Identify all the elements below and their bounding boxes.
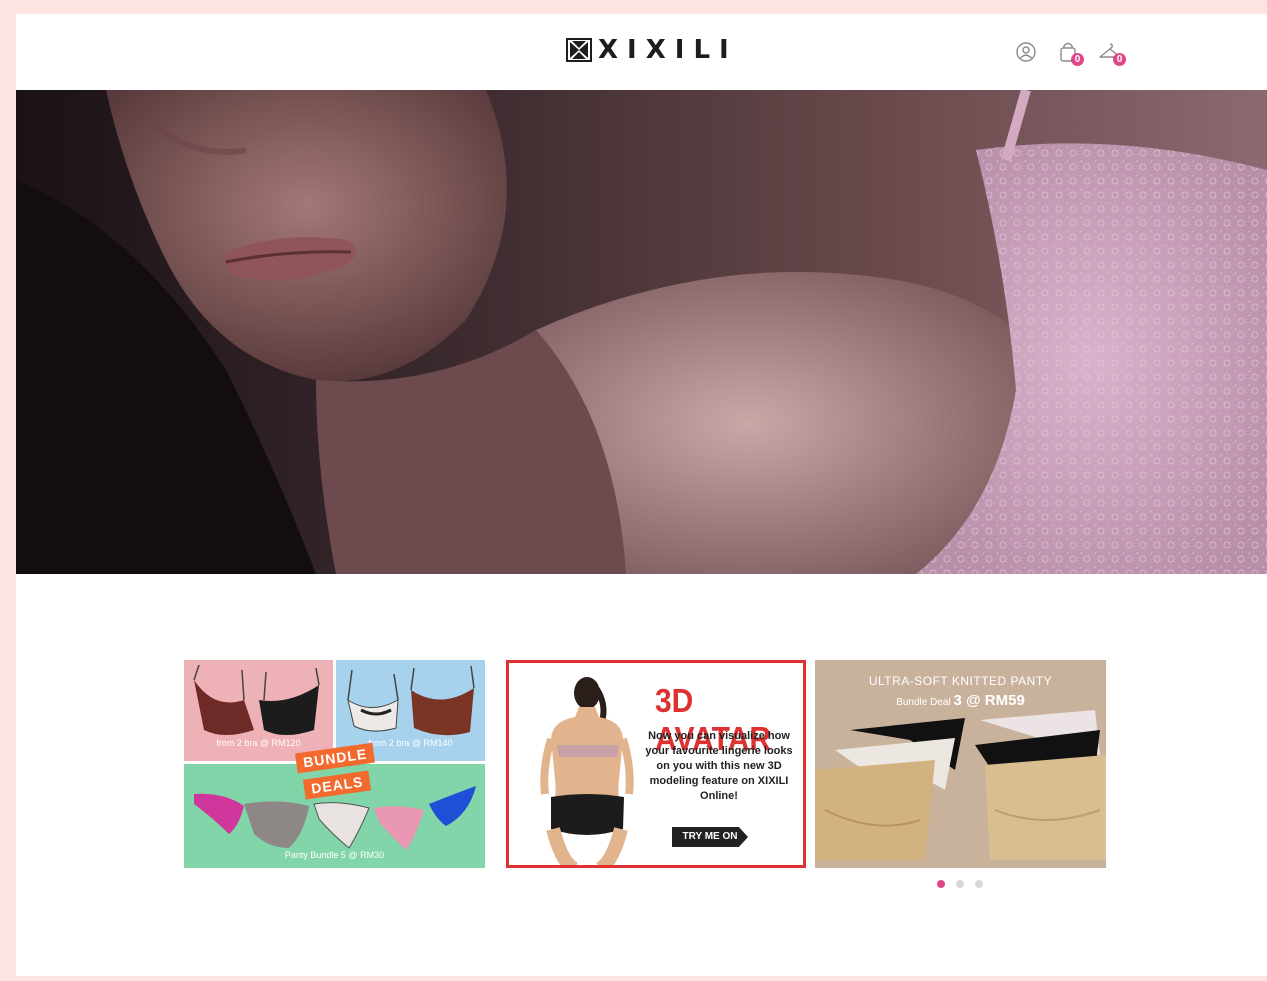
panty-tile-caption: Panty Bundle 5 @ RM30 <box>284 850 385 860</box>
bra-tile-1-caption: from 2 bra @ RM120 <box>216 738 301 748</box>
carousel-dot-2[interactable] <box>956 880 964 888</box>
knitted-panty-promo[interactable]: ULTRA-SOFT KNITTED PANTY Bundle Deal 3 @… <box>815 660 1106 868</box>
page: XIXILI 0 0 from 2 bra @ RM120 from 2 bra… <box>16 14 1267 976</box>
carousel-dot-3[interactable] <box>975 880 983 888</box>
hero-banner[interactable] <box>16 90 1267 574</box>
panty-stack-image <box>815 710 1106 860</box>
brand-logo[interactable]: XIXILI <box>566 35 738 65</box>
bundle-deals-promo[interactable]: from 2 bra @ RM120 from 2 bra @ RM140 Pa… <box>184 660 485 868</box>
hero-photo <box>16 90 1267 574</box>
try-me-on-button[interactable]: TRY ME ON <box>672 827 748 847</box>
cart-button[interactable]: 0 <box>1054 38 1084 66</box>
bra-bundle-tile-1: from 2 bra @ RM120 <box>184 660 333 761</box>
cart-count-badge: 0 <box>1071 53 1084 66</box>
brand-name: XIXILI <box>598 35 738 65</box>
promo-row: from 2 bra @ RM120 from 2 bra @ RM140 Pa… <box>184 660 1106 870</box>
wishlist-button[interactable]: 0 <box>1096 38 1126 66</box>
site-header: XIXILI 0 0 <box>16 14 1267 90</box>
logo-mark-icon <box>566 38 592 62</box>
carousel-dots <box>937 880 983 888</box>
avatar-description: Now you can visualize how your favourite… <box>645 730 793 802</box>
carousel-dot-1[interactable] <box>937 880 945 888</box>
wishlist-count-badge: 0 <box>1113 53 1126 66</box>
header-actions: 0 0 <box>1012 38 1126 66</box>
user-icon <box>1016 42 1036 62</box>
avatar-figure-image <box>540 677 634 865</box>
account-button[interactable] <box>1012 38 1040 66</box>
3d-avatar-promo[interactable]: 3D AVATAR Now you can visualize how your… <box>506 660 806 868</box>
